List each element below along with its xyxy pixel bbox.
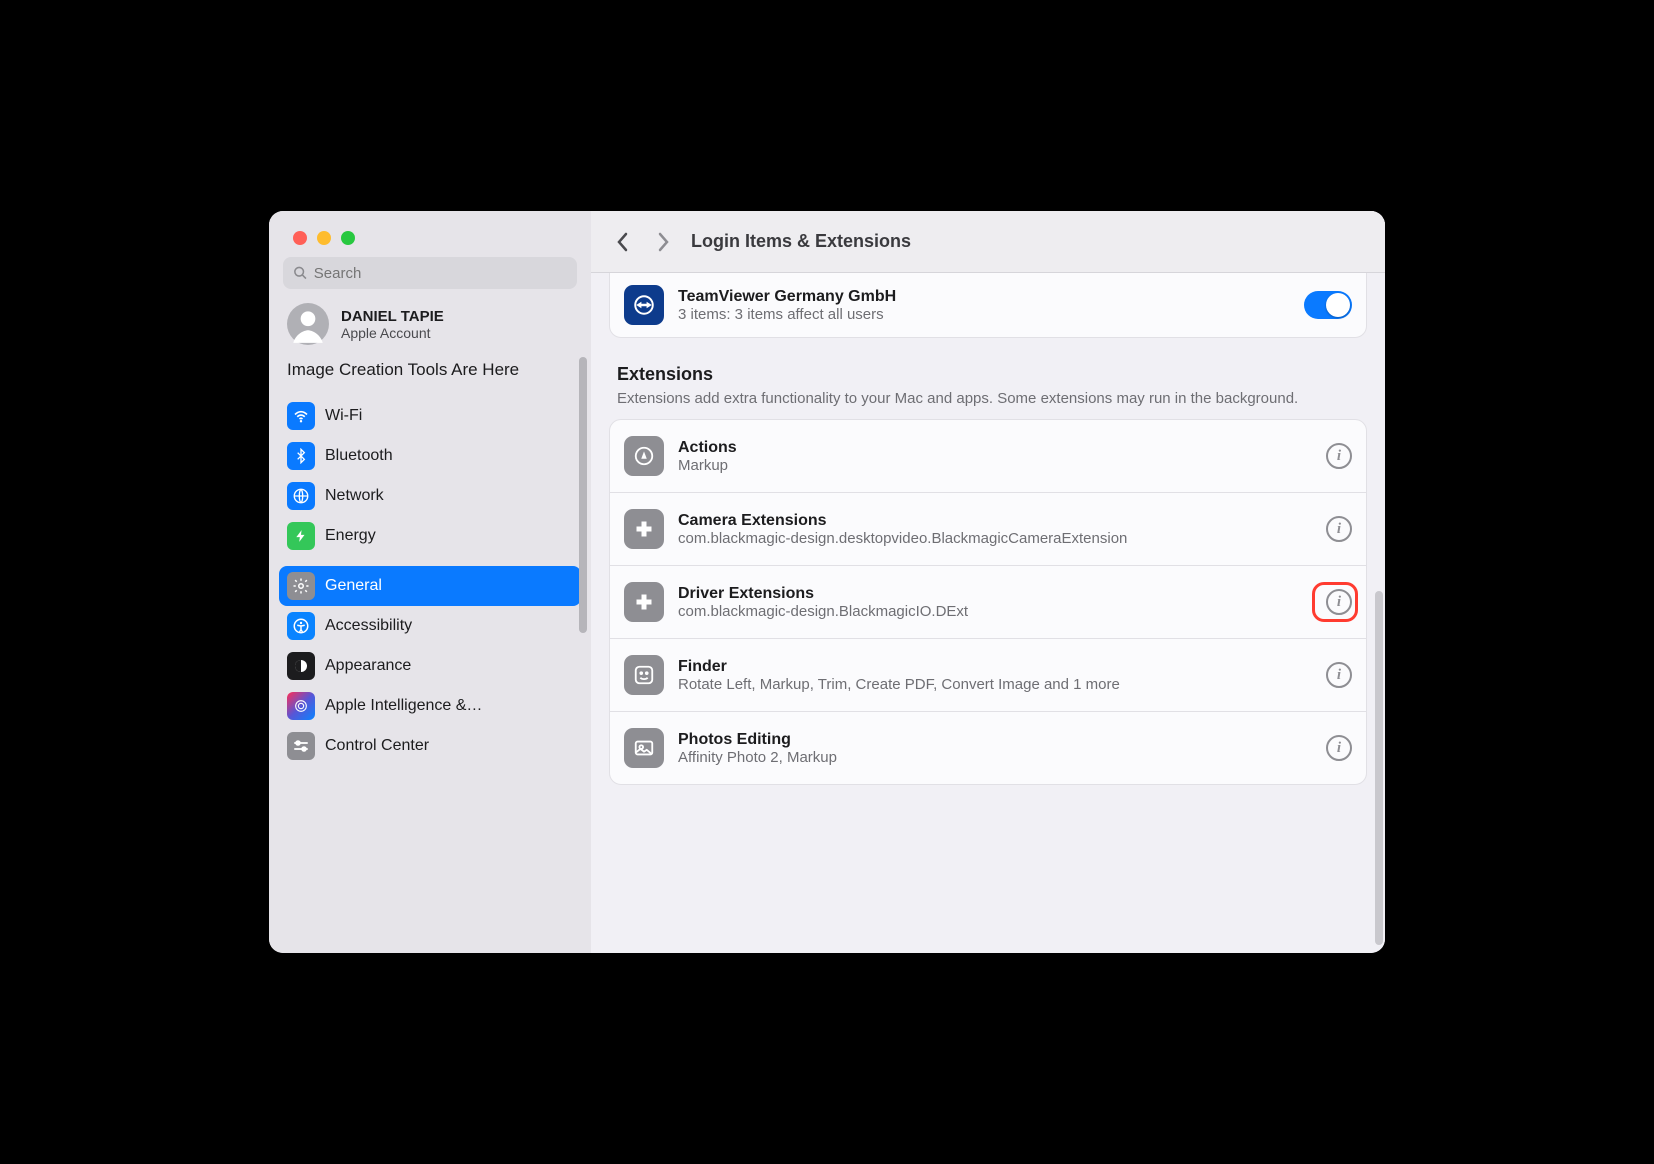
sidebar-item-network[interactable]: Network [279,476,581,516]
info-button[interactable]: i [1326,443,1352,469]
sidebar-item-label: Accessibility [325,617,412,635]
chevron-left-icon [616,232,630,252]
system-settings-window: DANIEL TAPIE Apple Account Image Creatio… [269,211,1385,953]
minimize-window-button[interactable] [317,231,331,245]
extension-row-driver[interactable]: Driver Extensions com.blackmagic-design.… [610,565,1366,638]
actions-icon [624,436,664,476]
appearance-icon [287,652,315,680]
energy-icon [287,522,315,550]
sidebar-item-label: Appearance [325,657,411,675]
info-button[interactable]: i [1326,662,1352,688]
info-button[interactable]: i [1326,516,1352,542]
back-button[interactable] [603,222,643,262]
sidebar-item-label: Control Center [325,737,429,755]
content-area: TeamViewer Germany GmbH 3 items: 3 items… [591,273,1385,953]
extensions-section-header: Extensions Extensions add extra function… [609,338,1367,419]
maximize-window-button[interactable] [341,231,355,245]
extensions-heading: Extensions [617,364,1359,385]
account-name: DANIEL TAPIE [341,308,444,325]
sidebar-item-label: Energy [325,527,376,545]
info-button[interactable]: i [1326,589,1352,615]
page-title: Login Items & Extensions [691,231,911,252]
sidebar-item-label: Bluetooth [325,447,393,465]
sidebar-item-label: General [325,577,382,595]
photos-extension-icon [624,728,664,768]
titlebar: Login Items & Extensions [591,211,1385,273]
extension-sub: com.blackmagic-design.BlackmagicIO.DExt [678,603,1312,620]
finder-extension-icon [624,655,664,695]
window-controls [269,211,591,245]
login-item-title: TeamViewer Germany GmbH [678,288,1290,306]
close-window-button[interactable] [293,231,307,245]
teamviewer-icon [624,285,664,325]
sidebar-item-apple-intelligence[interactable]: Apple Intelligence &… [279,686,581,726]
sidebar-item-control-center[interactable]: Control Center [279,726,581,766]
login-item-sub: 3 items: 3 items affect all users [678,306,1290,323]
extension-row-finder[interactable]: Finder Rotate Left, Markup, Trim, Create… [610,638,1366,711]
sidebar-item-label: Apple Intelligence &… [325,697,482,715]
login-item-row[interactable]: TeamViewer Germany GmbH 3 items: 3 items… [610,273,1366,337]
network-icon [287,482,315,510]
extensions-description: Extensions add extra functionality to yo… [617,389,1359,409]
extension-sub: Rotate Left, Markup, Trim, Create PDF, C… [678,676,1312,693]
apple-intelligence-icon [287,692,315,720]
forward-button[interactable] [643,222,683,262]
extension-title: Driver Extensions [678,585,1312,603]
info-button[interactable]: i [1326,735,1352,761]
search-icon [293,265,308,281]
search-input[interactable] [314,265,567,282]
extension-generic-icon [624,509,664,549]
main-pane: Login Items & Extensions TeamViewer Germ… [591,211,1385,953]
wifi-icon [287,402,315,430]
control-center-icon [287,732,315,760]
extension-sub: Markup [678,457,1312,474]
chevron-right-icon [656,232,670,252]
avatar-icon [287,303,329,345]
login-item-toggle[interactable] [1304,291,1352,319]
accessibility-icon [287,612,315,640]
account-sub: Apple Account [341,325,444,341]
extensions-list: Actions Markup i Camera Extensions com.b… [609,419,1367,785]
extension-sub: com.blackmagic-design.desktopvideo.Black… [678,530,1312,547]
sidebar-item-wifi[interactable]: Wi-Fi [279,396,581,436]
extension-row-actions[interactable]: Actions Markup i [610,420,1366,492]
extension-title: Photos Editing [678,731,1312,749]
extension-sub: Affinity Photo 2, Markup [678,749,1312,766]
sidebar-pane: DANIEL TAPIE Apple Account Image Creatio… [269,211,591,953]
gear-icon [287,572,315,600]
extension-title: Camera Extensions [678,512,1312,530]
sidebar-item-general[interactable]: General [279,566,581,606]
bluetooth-icon [287,442,315,470]
extension-title: Actions [678,439,1312,457]
sidebar-item-bluetooth[interactable]: Bluetooth [279,436,581,476]
sidebar-item-appearance[interactable]: Appearance [279,646,581,686]
sidebar-item-energy[interactable]: Energy [279,516,581,556]
apple-account-row[interactable]: DANIEL TAPIE Apple Account [269,297,591,355]
sidebar-scrollbar[interactable] [579,357,587,633]
sidebar-item-label: Network [325,487,384,505]
extension-title: Finder [678,658,1312,676]
sidebar-item-accessibility[interactable]: Accessibility [279,606,581,646]
sidebar-list: Wi-Fi Bluetooth Network Energy [269,394,591,776]
extension-generic-icon [624,582,664,622]
promo-banner[interactable]: Image Creation Tools Are Here [269,355,591,394]
sidebar-item-label: Wi-Fi [325,407,362,425]
extension-row-camera[interactable]: Camera Extensions com.blackmagic-design.… [610,492,1366,565]
extension-row-photos[interactable]: Photos Editing Affinity Photo 2, Markup … [610,711,1366,784]
search-field[interactable] [283,257,577,289]
main-scrollbar[interactable] [1375,591,1383,945]
